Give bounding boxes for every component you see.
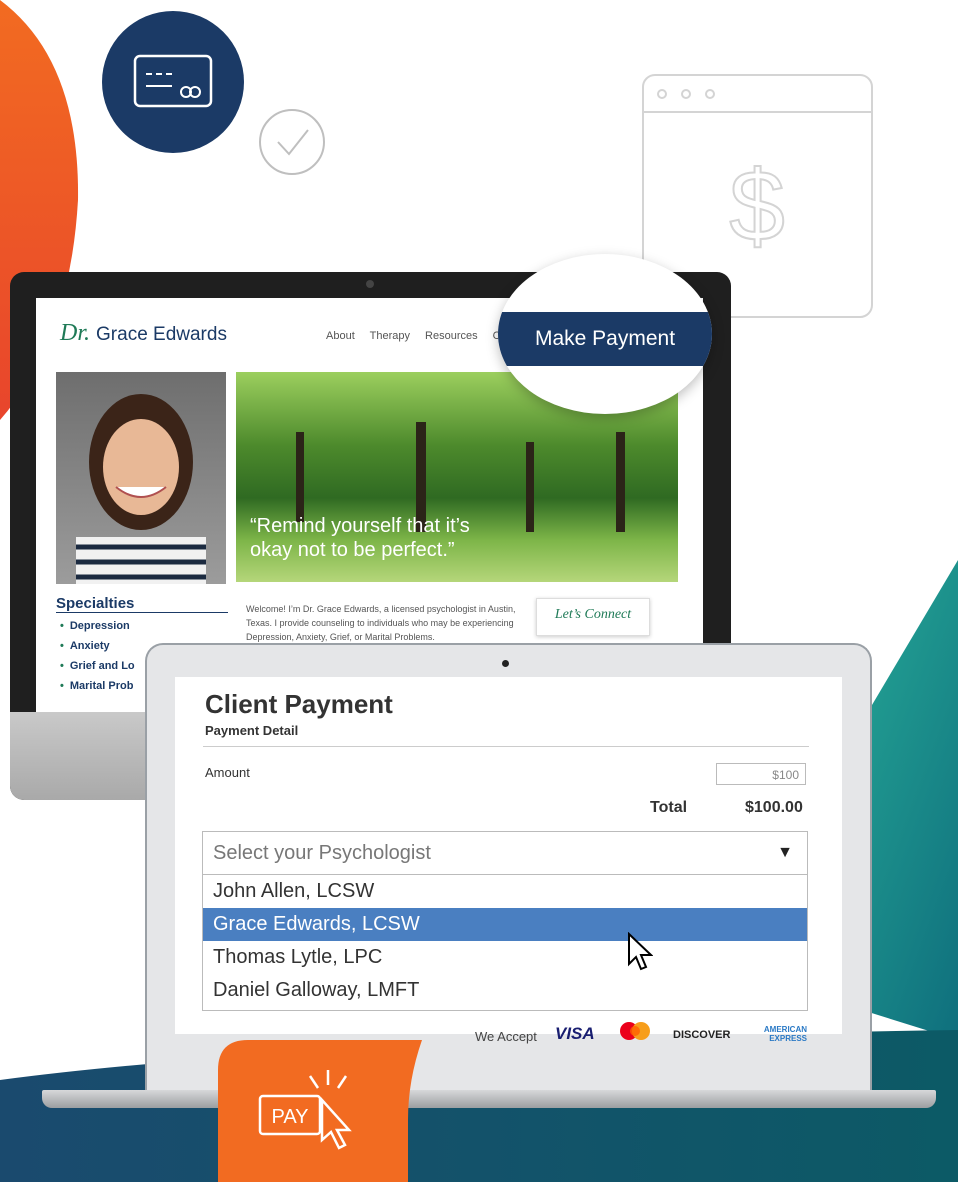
site-nav: About Therapy Resources Co: [326, 330, 519, 342]
mastercard-logo: [620, 1022, 650, 1040]
list-item[interactable]: • Marital Prob: [60, 680, 135, 700]
nav-therapy[interactable]: Therapy: [370, 330, 410, 342]
payment-screen: Client Payment Payment Detail Amount $10…: [175, 677, 842, 1044]
nav-about[interactable]: About: [326, 330, 355, 342]
divider: [56, 612, 228, 613]
connect-label: Let’s Connect: [554, 607, 632, 622]
make-payment-button[interactable]: Make Payment: [498, 312, 712, 366]
we-accept-label: We Accept: [475, 1029, 537, 1044]
webcam: [502, 660, 509, 667]
laptop: Client Payment Payment Detail Amount $10…: [145, 643, 872, 1105]
amount-input[interactable]: $100: [716, 763, 806, 785]
select-placeholder: Select your Psychologist: [213, 842, 431, 864]
discover-logo: DISCOVER: [673, 1029, 731, 1041]
total-label: Total: [650, 799, 688, 816]
portrait-photo: [56, 372, 226, 584]
option-thomas-lytle[interactable]: Thomas Lytle, LPC: [203, 941, 807, 974]
page-title: Client Payment: [205, 689, 393, 719]
hero-quote: “Remind yourself that it’s okay not to b…: [250, 515, 470, 561]
option-daniel-galloway[interactable]: Daniel Galloway, LMFT: [203, 974, 807, 1007]
option-john-allen[interactable]: John Allen, LCSW: [203, 875, 807, 908]
svg-text:$: $: [729, 150, 785, 262]
amount-label: Amount: [205, 765, 250, 780]
option-grace-edwards[interactable]: Grace Edwards, LCSW: [203, 908, 807, 941]
site-logo[interactable]: Dr. Grace Edwards: [60, 320, 227, 347]
pay-label: PAY: [271, 1106, 308, 1128]
psychologist-select[interactable]: Select your Psychologist ▼: [202, 831, 808, 875]
cursor-icon: [628, 932, 653, 971]
logo-prefix: Dr.: [60, 320, 91, 346]
lets-connect-card[interactable]: Let’s Connect: [536, 598, 650, 636]
divider: [203, 746, 809, 747]
pay-click-icon: PAY: [218, 1040, 422, 1182]
specialties-list: • Depression • Anxiety • Grief and Lo • Mari…: [60, 620, 135, 700]
list-item[interactable]: • Grief and Lo: [60, 660, 135, 680]
list-item[interactable]: • Anxiety: [60, 640, 135, 660]
visa-logo: VISA: [555, 1024, 595, 1043]
laptop-base: [42, 1090, 936, 1108]
specialties-heading: Specialties: [56, 595, 135, 612]
total-value: $100.00: [745, 799, 803, 816]
amex-logo: AMERICAN EXPRESS: [763, 1025, 807, 1043]
logo-name: Grace Edwards: [96, 324, 227, 345]
psychologist-options: John Allen, LCSW Grace Edwards, LCSW Tho…: [202, 875, 808, 1011]
checkmark-icon: [259, 109, 325, 175]
dropdown-arrow-icon[interactable]: ▼: [777, 832, 793, 874]
make-payment-magnifier: Make Payment: [498, 254, 712, 414]
list-item[interactable]: • Depression: [60, 620, 135, 640]
webcam: [366, 280, 374, 288]
credit-card-icon: [102, 11, 244, 153]
section-subtitle: Payment Detail: [205, 723, 299, 738]
nav-resources[interactable]: Resources: [425, 330, 478, 342]
welcome-text: Welcome! I’m Dr. Grace Edwards, a licens…: [246, 604, 516, 642]
